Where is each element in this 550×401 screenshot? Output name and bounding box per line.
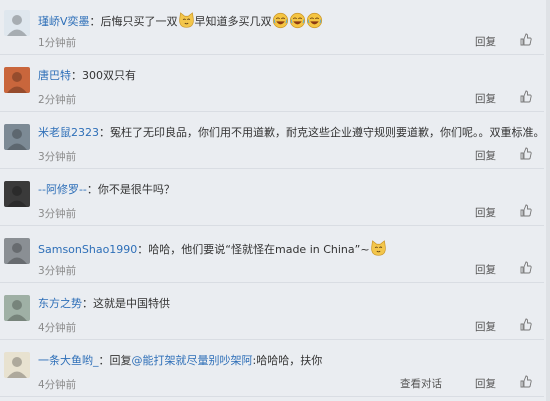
view-conversation-link[interactable]: 查看对话	[400, 376, 442, 391]
separator: ：	[99, 126, 110, 139]
timestamp: 1分钟前	[38, 37, 77, 49]
comment-text: 回复	[109, 354, 132, 367]
comment-line: 米老鼠2323：冤枉了无印良品，你们用不用道歉，耐克这些企业遵守规则要道歉，你们…	[38, 126, 538, 140]
username-link[interactable]: 瑾峤V奕墨	[38, 15, 90, 28]
username-link[interactable]: 一条大鱼哟_	[38, 354, 99, 367]
laugh-emoji-icon	[306, 12, 323, 33]
comment-text: 这就是中国特供	[93, 297, 170, 310]
avatar[interactable]	[4, 67, 30, 93]
separator: ：	[98, 354, 110, 367]
avatar[interactable]	[4, 352, 30, 378]
separator: ：	[89, 15, 101, 28]
comment-line: --阿修罗--：你不是很牛吗？	[38, 183, 538, 197]
timestamp: 3分钟前	[38, 265, 77, 277]
comment-item: 唐巴特：300双只有 2分钟前 回复	[0, 57, 544, 112]
meow-emoji-icon	[178, 12, 195, 33]
username-link[interactable]: 唐巴特	[38, 69, 71, 82]
comment-text: 300双只有	[82, 69, 136, 82]
comment-text: 哈哈，他们要说“怪就怪在made in China”~	[148, 243, 370, 256]
thumbs-up-icon[interactable]	[520, 375, 532, 388]
comment-item: SamsonShao1990：哈哈，他们要说“怪就怪在made in China…	[0, 228, 544, 283]
avatar[interactable]	[4, 181, 30, 207]
comment-line: SamsonShao1990：哈哈，他们要说“怪就怪在made in China…	[38, 240, 538, 261]
thumbs-up-icon[interactable]	[520, 90, 532, 103]
thumbs-up-icon[interactable]	[520, 318, 532, 331]
comment-item: 东方之势：这就是中国特供 4分钟前 回复	[0, 285, 544, 340]
comment-line: 东方之势：这就是中国特供	[38, 297, 538, 311]
username-link[interactable]: --阿修罗--	[38, 183, 87, 196]
separator: ：	[137, 243, 149, 256]
username-link[interactable]: SamsonShao1990	[38, 243, 137, 256]
comment-text: 冤枉了无印良品，你们用不用道歉，耐克这些企业遵守规则要道歉，你们呢。。双重标准。	[110, 126, 538, 139]
username-link[interactable]: 东方之势	[38, 297, 82, 310]
reply-button[interactable]: 回复	[475, 262, 496, 277]
comment-text: :哈哈哈，扶你	[252, 354, 323, 367]
reply-button[interactable]: 回复	[475, 148, 496, 163]
comment-line: 唐巴特：300双只有	[38, 69, 538, 83]
avatar[interactable]	[4, 124, 30, 150]
separator: ：	[71, 69, 82, 82]
avatar[interactable]	[4, 238, 30, 264]
avatar[interactable]	[4, 10, 30, 36]
comment-item: 瑾峤V奕墨：后悔只买了一双 早知道多买几双 1分钟前 回复	[0, 0, 544, 55]
meow-emoji-icon	[370, 240, 387, 261]
thumbs-up-icon[interactable]	[520, 204, 532, 217]
timestamp: 4分钟前	[38, 322, 77, 334]
reply-button[interactable]: 回复	[475, 205, 496, 220]
reply-button[interactable]: 回复	[475, 34, 496, 49]
scrollbar[interactable]	[546, 0, 550, 401]
avatar[interactable]	[4, 295, 30, 321]
thumbs-up-icon[interactable]	[520, 261, 532, 274]
separator: ：	[82, 297, 93, 310]
comment-text: 你不是很牛吗？	[97, 183, 175, 196]
comment-item: 一条大鱼哟_：回复@能打架就尽量别吵架阿:哈哈哈，扶你 4分钟前 查看对话 回复	[0, 342, 544, 397]
mention-link[interactable]: @能打架就尽量别吵架阿	[132, 354, 253, 367]
laugh-emoji-icon	[289, 12, 306, 33]
timestamp: 2分钟前	[38, 94, 77, 106]
laugh-emoji-icon	[272, 12, 289, 33]
comment-line: 一条大鱼哟_：回复@能打架就尽量别吵架阿:哈哈哈，扶你	[38, 354, 538, 368]
reply-button[interactable]: 回复	[475, 319, 496, 334]
comment-text: 后悔只买了一双	[100, 15, 178, 28]
username-link[interactable]: 米老鼠2323	[38, 126, 99, 139]
timestamp: 4分钟前	[38, 379, 77, 391]
separator: ：	[86, 183, 98, 196]
timestamp: 3分钟前	[38, 208, 77, 220]
thumbs-up-icon[interactable]	[520, 147, 532, 160]
reply-button[interactable]: 回复	[475, 376, 496, 391]
comment-item: 米老鼠2323：冤枉了无印良品，你们用不用道歉，耐克这些企业遵守规则要道歉，你们…	[0, 114, 544, 169]
thumbs-up-icon[interactable]	[520, 33, 532, 46]
comment-list: 瑾峤V奕墨：后悔只买了一双 早知道多买几双 1分钟前 回复 唐巴特：300双只有 2分钟前…	[0, 0, 550, 401]
comment-line: 瑾峤V奕墨：后悔只买了一双 早知道多买几双	[38, 12, 538, 33]
timestamp: 3分钟前	[38, 151, 77, 163]
comment-text: 早知道多买几双	[194, 15, 272, 28]
reply-button[interactable]: 回复	[475, 91, 496, 106]
comment-item: --阿修罗--：你不是很牛吗？ 3分钟前 回复	[0, 171, 544, 226]
